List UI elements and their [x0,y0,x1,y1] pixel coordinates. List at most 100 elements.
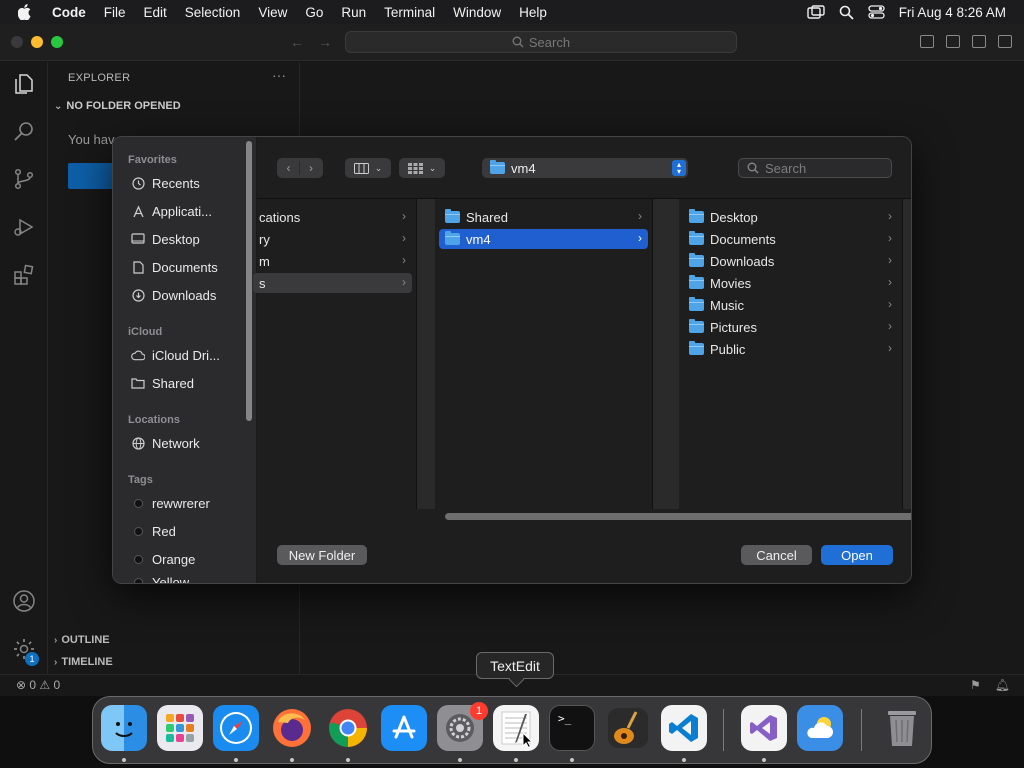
trash-icon[interactable] [879,705,925,751]
sidebar-scrollbar[interactable] [246,141,252,421]
launchpad-icon[interactable] [157,705,203,751]
menu-run[interactable]: Run [332,5,375,20]
chevron-right-icon: › [638,231,642,245]
explorer-more-actions-icon[interactable]: ··· [272,67,286,83]
menu-terminal[interactable]: Terminal [375,5,444,20]
screen-mirroring-icon[interactable] [806,5,825,19]
notifications-bell-icon[interactable]: 🔔︎ [995,678,1010,692]
list-item[interactable]: cations › [253,207,412,227]
scrollbar-thumb[interactable] [445,513,911,520]
menu-edit[interactable]: Edit [135,5,176,20]
command-center-search[interactable]: Search [345,31,737,53]
list-item[interactable]: Public › [683,339,898,359]
sidebar-item-label: Documents [152,259,218,275]
sidebar-item-downloads[interactable]: Downloads [131,286,216,304]
chrome-icon[interactable] [325,705,371,751]
folder-icon [445,209,460,223]
extensions-icon[interactable] [12,263,36,287]
sidebar-tag-yellow[interactable]: Yellow [131,575,189,583]
timeline-section-header[interactable]: › TIMELINE [54,656,113,668]
accounts-icon[interactable] [12,589,36,613]
sidebar-item-icloud-drive[interactable]: iCloud Dri... [131,346,220,364]
new-folder-button[interactable]: New Folder [277,545,367,565]
list-item[interactable]: s › [253,273,412,293]
cancel-button[interactable]: Cancel [741,545,812,565]
list-item[interactable]: m › [253,251,412,271]
source-control-icon[interactable] [12,167,36,191]
list-item[interactable]: Documents › [683,229,898,249]
folder-icon [689,297,704,311]
finder-icon[interactable] [101,705,147,751]
list-item[interactable]: Movies › [683,273,898,293]
list-item[interactable]: ry › [253,229,412,249]
window-maximize-button[interactable] [51,36,63,48]
horizontal-scrollbar[interactable] [435,511,911,521]
menu-app-code[interactable]: Code [46,5,95,20]
list-item[interactable]: Desktop › [683,207,898,227]
safari-icon[interactable] [213,705,259,751]
weather-icon[interactable] [797,705,843,751]
menu-go[interactable]: Go [296,5,332,20]
menubar-clock[interactable]: Fri Aug 4 8:26 AM [899,5,1006,20]
folder-icon [689,319,704,333]
window-close-button[interactable] [11,36,23,48]
back-chevron-icon[interactable]: ‹ [278,161,300,175]
sidebar-item-recents[interactable]: Recents [131,174,200,192]
forward-chevron-icon[interactable]: › [300,161,322,175]
nav-forward-icon[interactable]: → [318,34,332,50]
sidebar-item-shared[interactable]: Shared [131,374,194,392]
column-divider[interactable] [903,199,911,509]
nav-back-icon[interactable]: ← [290,34,304,50]
dialog-search-field[interactable]: Search [738,158,892,178]
path-popup-button[interactable]: vm4 ▴ ▾ [482,158,688,178]
terminal-icon[interactable]: >_ [549,705,595,751]
toggle-secondary-sidebar-icon[interactable] [972,35,986,48]
view-mode-button[interactable]: ⌄ [345,158,391,178]
spotlight-search-icon[interactable] [839,5,854,20]
window-minimize-button[interactable] [31,36,43,48]
accounts-badge: 1 [25,652,39,666]
garageband-icon[interactable] [605,705,651,751]
toggle-primary-sidebar-icon[interactable] [920,35,934,48]
list-item[interactable]: Music › [683,295,898,315]
sidebar-item-applications[interactable]: Applicati... [131,202,212,220]
menu-window[interactable]: Window [444,5,510,20]
toggle-panel-icon[interactable] [946,35,960,48]
customize-layout-icon[interactable] [998,35,1012,48]
list-item[interactable]: Downloads › [683,251,898,271]
sidebar-item-network[interactable]: Network [131,434,200,452]
control-center-icon[interactable] [868,5,885,19]
run-debug-icon[interactable] [12,215,36,239]
sidebar-tag-orange[interactable]: Orange [131,550,195,568]
menu-file[interactable]: File [95,5,135,20]
vscode-icon[interactable] [661,705,707,751]
sidebar-item-documents[interactable]: Documents [131,258,218,276]
no-folder-section-header[interactable]: ⌄ NO FOLDER OPENED [54,100,181,112]
sidebar-tag-red[interactable]: Red [131,522,176,540]
menu-help[interactable]: Help [510,5,556,20]
open-button[interactable]: Open [821,545,893,565]
column-divider[interactable] [417,199,435,509]
sidebar-item-desktop[interactable]: Desktop [131,230,200,248]
app-store-icon[interactable] [381,705,427,751]
sidebar-item-label: Applicati... [152,203,212,219]
list-item-selected[interactable]: vm4 › [439,229,648,249]
status-problems[interactable]: ⊗ 0 ⚠ 0 [16,678,60,692]
column-divider[interactable] [653,199,679,509]
firefox-icon[interactable] [269,705,315,751]
group-by-button[interactable]: ⌄ [399,158,445,178]
explorer-icon[interactable] [12,72,36,96]
sidebar-tag-rewwrerer[interactable]: rewwrerer [131,494,210,512]
feedback-icon[interactable]: ⚑ [970,678,981,692]
menu-selection[interactable]: Selection [176,5,250,20]
apple-menu-icon[interactable] [18,4,34,20]
list-item[interactable]: Shared › [439,207,648,227]
sidebar-item-label: rewwrerer [152,495,210,511]
list-item-label: cations [259,209,301,225]
list-item[interactable]: Pictures › [683,317,898,337]
outline-section-header[interactable]: › OUTLINE [54,634,110,646]
folder-icon [689,231,704,245]
visual-studio-icon[interactable] [741,705,787,751]
search-icon[interactable] [12,119,36,143]
menu-view[interactable]: View [249,5,296,20]
